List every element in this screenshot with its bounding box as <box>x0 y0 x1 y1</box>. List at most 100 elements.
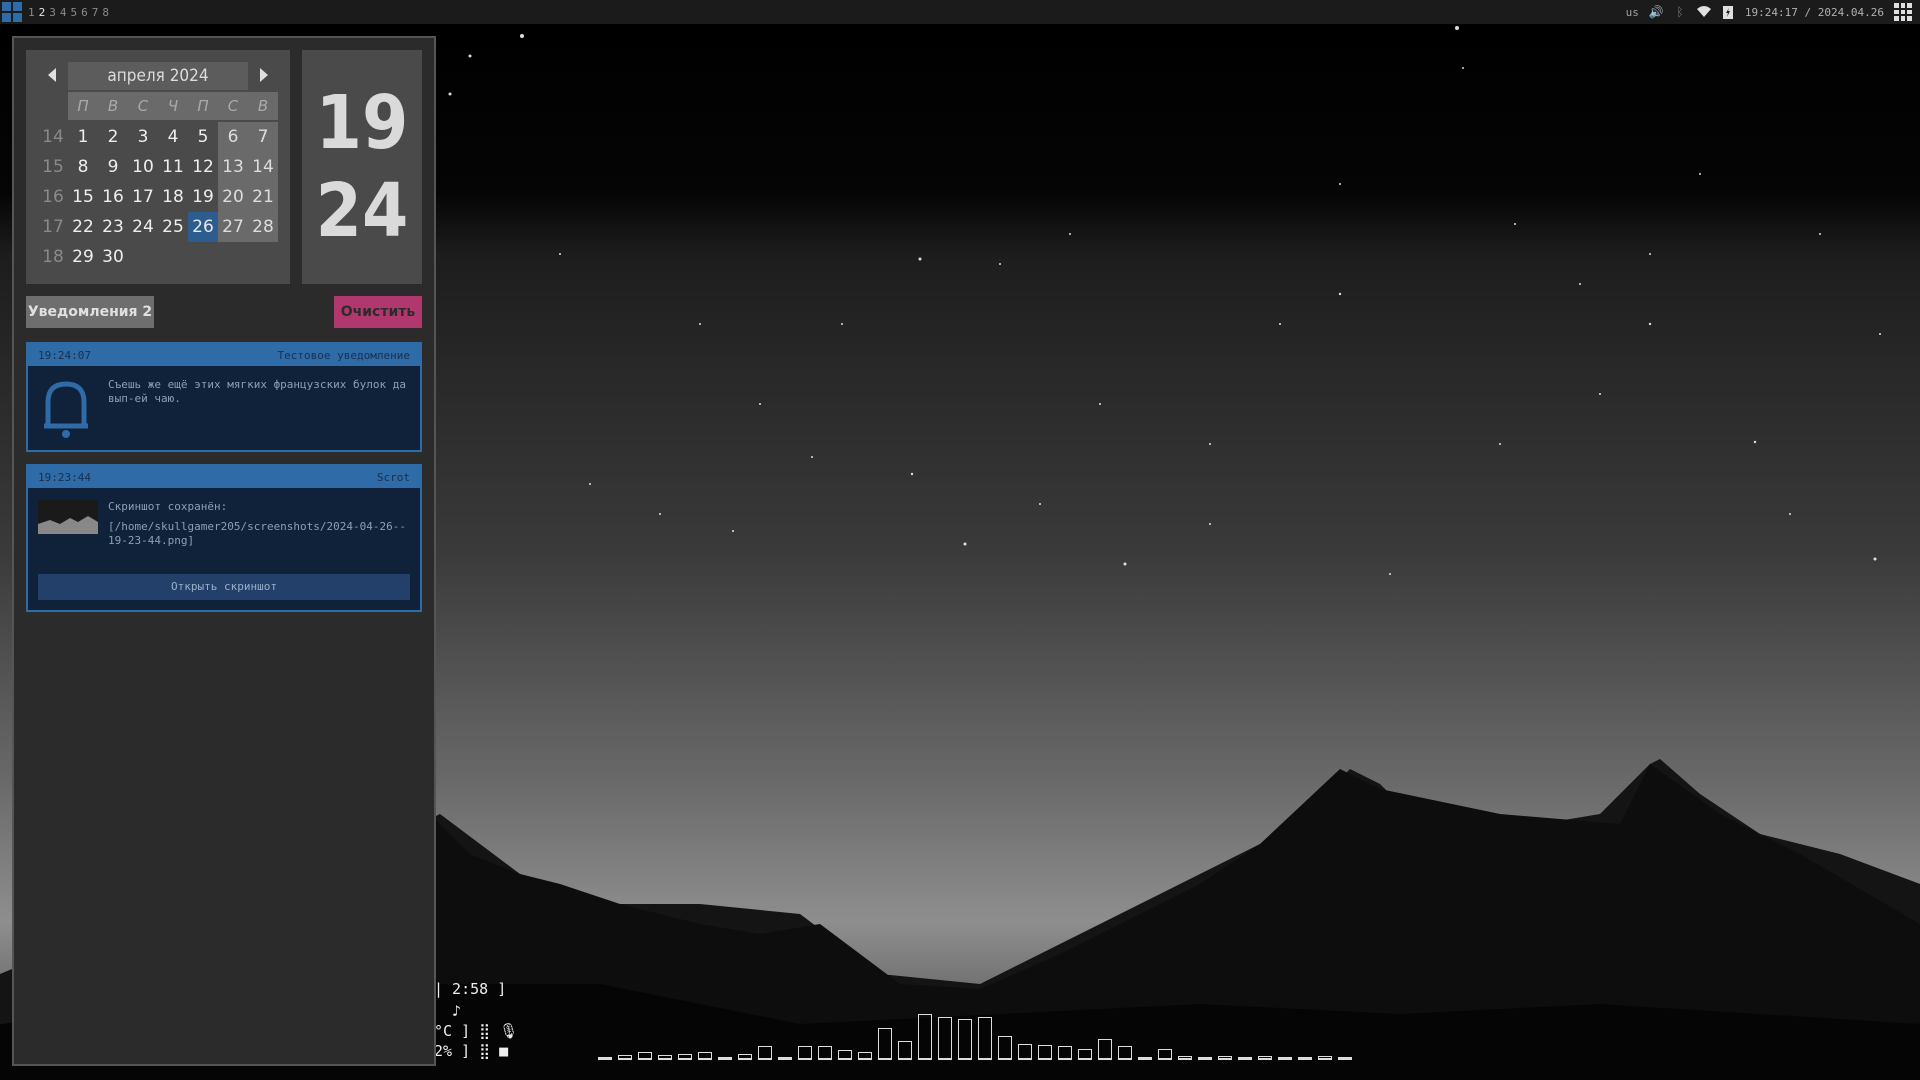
visualizer-bar <box>938 1017 952 1060</box>
visualizer-bar <box>978 1017 992 1060</box>
visualizer-bar <box>1138 1057 1152 1060</box>
workspace-7[interactable]: 7 <box>92 6 99 19</box>
calendar-weekday-header: С <box>218 92 248 120</box>
calendar-day <box>158 242 188 272</box>
visualizer-bar <box>1278 1057 1292 1060</box>
calendar-day[interactable]: 28 <box>248 212 278 242</box>
calendar-day[interactable]: 3 <box>128 122 158 152</box>
visualizer-bar <box>1178 1056 1192 1060</box>
conky-temperature: °C ] ⣿ 🎙 <box>434 1022 519 1040</box>
calendar-month-title[interactable]: апреля 2024 <box>68 62 248 90</box>
notification-header: 19:23:44 Scrot <box>28 466 420 488</box>
next-month-arrow-icon[interactable] <box>260 68 268 82</box>
notification-body-text: Скриншот сохранён: <box>108 500 228 513</box>
calendar-day[interactable]: 6 <box>218 122 248 152</box>
workspace-4[interactable]: 4 <box>60 6 67 19</box>
visualizer-bar <box>878 1028 892 1060</box>
calendar-week-number: 18 <box>42 247 64 267</box>
calendar-day[interactable]: 9 <box>98 152 128 182</box>
calendar-grid: П В С Ч П С В 14 1 2 3 4 5 6 7 15 8 9 10 11 12 13 14 16 15 16 17 18… <box>38 92 278 272</box>
window-manager-logo-icon[interactable] <box>2 2 22 22</box>
calendar-day-today[interactable]: 26 <box>188 212 218 242</box>
calendar-day[interactable]: 25 <box>158 212 188 242</box>
calendar-day[interactable]: 16 <box>98 182 128 212</box>
battery-charging-icon[interactable] <box>1721 5 1735 19</box>
workspace-3[interactable]: 3 <box>49 6 56 19</box>
calendar-day[interactable]: 27 <box>218 212 248 242</box>
visualizer-bar <box>1018 1044 1032 1060</box>
notification-title: Scrot <box>376 470 410 484</box>
visualizer-bar <box>1318 1056 1332 1060</box>
calendar-day[interactable]: 22 <box>68 212 98 242</box>
calendar-weekday-header: С <box>128 92 158 120</box>
calendar-day[interactable]: 12 <box>188 152 218 182</box>
calendar-day[interactable]: 1 <box>68 122 98 152</box>
calendar-week-number: 15 <box>42 157 64 177</box>
wifi-icon[interactable] <box>1696 5 1711 19</box>
calendar-week-number: 16 <box>42 187 64 207</box>
calendar-day[interactable]: 21 <box>248 182 278 212</box>
conky-usage: 2% ] ⣿ ■ <box>434 1042 509 1060</box>
workspace-8[interactable]: 8 <box>102 6 109 19</box>
visualizer-bar <box>1218 1056 1232 1060</box>
visualizer-bar <box>658 1055 672 1060</box>
workspace-1[interactable]: 1 <box>28 6 35 19</box>
calendar-day <box>188 242 218 272</box>
calendar-day[interactable]: 4 <box>158 122 188 152</box>
notification-card[interactable]: 19:24:07 Тестовое уведомление Съешь же е… <box>26 342 422 452</box>
calendar-day[interactable]: 14 <box>248 152 278 182</box>
bluetooth-icon[interactable]: ᛒ <box>1673 5 1687 19</box>
notification-message: Съешь же ещё этих мягких французских бул… <box>108 378 407 405</box>
workspace-6[interactable]: 6 <box>81 6 88 19</box>
visualizer-bar <box>738 1054 752 1060</box>
calendar-day[interactable]: 10 <box>128 152 158 182</box>
visualizer-bar <box>858 1052 872 1060</box>
calendar-day[interactable]: 20 <box>218 182 248 212</box>
calendar-day[interactable]: 24 <box>128 212 158 242</box>
calendar-day[interactable]: 11 <box>158 152 188 182</box>
notification-card[interactable]: 19:23:44 Scrot Скриншот сохранён: [/home… <box>26 464 422 612</box>
visualizer-bar <box>778 1057 792 1060</box>
calendar-day[interactable]: 19 <box>188 182 218 212</box>
notification-title: Тестовое уведомление <box>277 348 410 362</box>
visualizer-bar <box>1078 1049 1092 1060</box>
notification-message: Скриншот сохранён: [/home/skullgamer205/… <box>108 500 412 548</box>
calendar-day[interactable]: 2 <box>98 122 128 152</box>
topbar-clock[interactable]: 19:24:17 / 2024.04.26 <box>1745 6 1884 19</box>
calendar-day[interactable]: 30 <box>98 242 128 272</box>
calendar-widget: апреля 2024 П В С Ч П С В 14 1 2 3 4 5 6 7 15 8 9 10 11 12 13… <box>26 50 290 284</box>
calendar-week-number: 17 <box>42 217 64 237</box>
system-tray: us 🔊 ᛒ 19:24:17 / 2024.04.26 <box>1626 3 1912 21</box>
keyboard-layout-indicator[interactable]: us <box>1626 6 1639 19</box>
visualizer-bar <box>798 1046 812 1060</box>
calendar-day[interactable]: 7 <box>248 122 278 152</box>
calendar-day[interactable]: 17 <box>128 182 158 212</box>
volume-icon[interactable]: 🔊 <box>1648 5 1663 19</box>
calendar-day[interactable]: 13 <box>218 152 248 182</box>
open-screenshot-button[interactable]: Открыть скриншот <box>38 574 410 600</box>
calendar-weekday-header: В <box>98 92 128 120</box>
visualizer-bar <box>818 1046 832 1060</box>
prev-month-arrow-icon[interactable] <box>48 68 56 82</box>
app-menu-icon[interactable] <box>1894 3 1912 21</box>
calendar-day <box>128 242 158 272</box>
calendar-weekday-header: Ч <box>158 92 188 120</box>
calendar-day[interactable]: 29 <box>68 242 98 272</box>
music-note-icon: ♪ <box>452 1002 462 1020</box>
calendar-day[interactable]: 5 <box>188 122 218 152</box>
calendar-day[interactable]: 8 <box>68 152 98 182</box>
calendar-day[interactable]: 18 <box>158 182 188 212</box>
visualizer-bar <box>678 1054 692 1060</box>
screenshot-thumbnail[interactable] <box>38 500 98 534</box>
visualizer-bar <box>638 1052 652 1060</box>
visualizer-bar <box>1338 1057 1352 1060</box>
visualizer-bar <box>1198 1057 1212 1060</box>
clear-notifications-button[interactable]: Очистить <box>334 296 422 328</box>
top-bar: 1 2 3 4 5 6 7 8 us 🔊 ᛒ 19:24:17 / 2024.0… <box>0 0 1920 24</box>
workspace-5[interactable]: 5 <box>71 6 78 19</box>
notification-header: 19:24:07 Тестовое уведомление <box>28 344 420 366</box>
calendar-day[interactable]: 23 <box>98 212 128 242</box>
calendar-day[interactable]: 15 <box>68 182 98 212</box>
visualizer-bar <box>618 1055 632 1060</box>
workspace-2[interactable]: 2 <box>39 6 46 19</box>
